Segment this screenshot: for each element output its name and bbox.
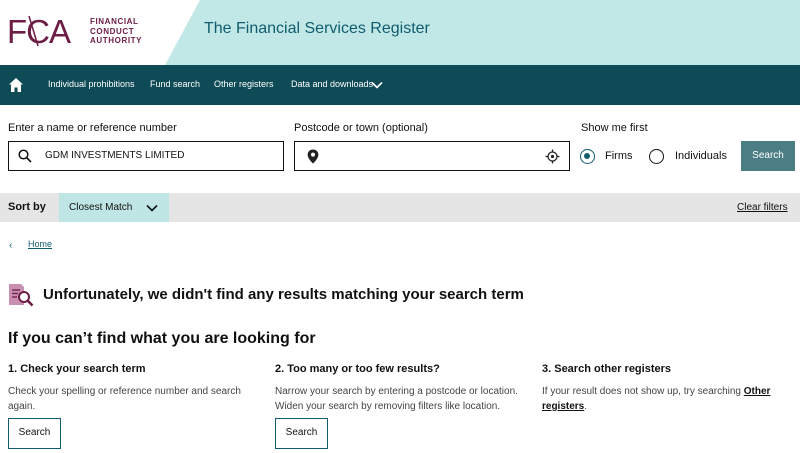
sort-select[interactable]: Closest Match: [59, 193, 169, 222]
help-column-1-heading: 1. Check your search term: [8, 363, 146, 375]
logo-text-line: AUTHORITY: [90, 36, 143, 45]
no-results-heading: Unfortunately, we didn't find any result…: [43, 286, 524, 303]
chevron-down-icon[interactable]: [370, 78, 384, 92]
site-header: FCA FINANCIAL CONDUCT AUTHORITY The Fina…: [0, 0, 800, 65]
nav-item-other-registers[interactable]: Other registers: [214, 79, 274, 89]
fca-logo-icon: FCA: [7, 13, 72, 50]
firms-radio[interactable]: [580, 149, 595, 164]
sort-by-label: Sort by: [8, 201, 46, 213]
individuals-radio-label[interactable]: Individuals: [675, 150, 727, 162]
firms-radio-label[interactable]: Firms: [605, 150, 633, 162]
refine-search-button[interactable]: Search: [275, 418, 328, 449]
nav-item-individual-prohibitions[interactable]: Individual prohibitions: [48, 79, 135, 89]
fca-logo[interactable]: FCA: [7, 13, 87, 54]
search-input-value: GDM INVESTMENTS LIMITED: [45, 150, 185, 161]
search-input[interactable]: GDM INVESTMENTS LIMITED: [8, 141, 284, 171]
nav-item-fund-search[interactable]: Fund search: [150, 79, 200, 89]
individuals-radio[interactable]: [649, 149, 664, 164]
help-column-3-heading: 3. Search other registers: [542, 363, 672, 375]
search-icon: [18, 149, 32, 163]
site-title[interactable]: The Financial Services Register: [204, 20, 430, 38]
nav-item-data-and-downloads[interactable]: Data and downloads: [291, 79, 373, 89]
help-column-2-text: Narrow your search by entering a postcod…: [275, 386, 518, 412]
search-button[interactable]: Search: [741, 141, 795, 171]
main-nav: Individual prohibitions Fund search Othe…: [0, 65, 800, 105]
help-column-3-text-suffix: .: [584, 401, 588, 412]
name-label: Enter a name or reference number: [8, 122, 177, 134]
help-column-1-text: Check your spelling or reference number …: [8, 386, 241, 412]
home-icon[interactable]: [8, 77, 24, 93]
locate-me-icon[interactable]: [545, 149, 560, 164]
postcode-input[interactable]: [294, 141, 570, 171]
sort-bar: Sort by Closest Match Clear filters: [0, 193, 800, 222]
logo-text-line: FINANCIAL: [90, 17, 139, 26]
show-me-first-label: Show me first: [581, 122, 648, 134]
logo-text-line: CONDUCT: [90, 26, 135, 36]
clear-filters-link[interactable]: Clear filters: [737, 202, 788, 213]
logo-text: FINANCIAL CONDUCT AUTHORITY: [90, 17, 142, 46]
document-search-icon: [9, 284, 34, 307]
postcode-label: Postcode or town (optional): [294, 122, 428, 134]
chevron-left-icon: ‹: [9, 240, 13, 251]
help-column-3-text-body: If your result does not show up, try sea…: [542, 386, 744, 397]
sort-select-value: Closest Match: [69, 202, 133, 213]
check-search-button[interactable]: Search: [8, 418, 61, 449]
help-column-3-text: If your result does not show up, try sea…: [542, 384, 792, 414]
help-heading: If you can’t find what you are looking f…: [8, 330, 316, 347]
chevron-down-icon: [146, 204, 158, 212]
location-pin-icon: [307, 149, 319, 164]
svg-text:FCA: FCA: [7, 14, 71, 48]
breadcrumb-home[interactable]: Home: [28, 239, 52, 249]
help-column-2-heading: 2. Too many or too few results?: [275, 363, 440, 375]
